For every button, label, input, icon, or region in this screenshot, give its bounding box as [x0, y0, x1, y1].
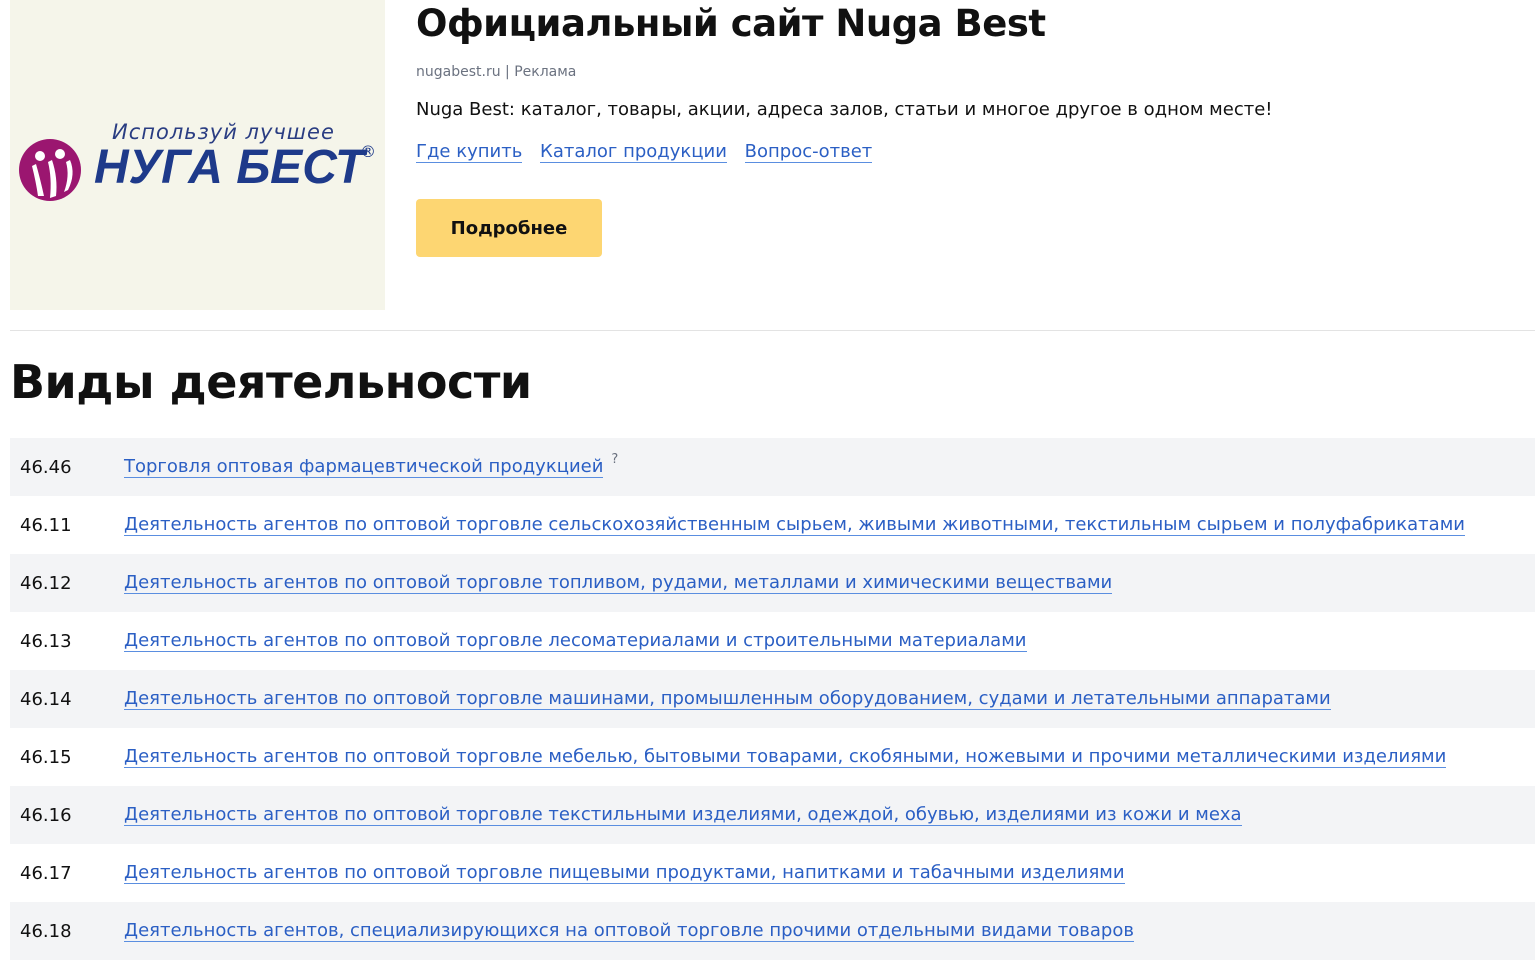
activities-list: 46.46 Торговля оптовая фармацевтической п… — [10, 438, 1535, 960]
list-item: 46.15 Деятельность агентов по оптовой тор… — [10, 728, 1535, 786]
activity-code: 46.17 — [20, 862, 72, 884]
list-item: 46.14 Деятельность агентов по оптовой тор… — [10, 670, 1535, 728]
more-button[interactable]: Подробнее — [416, 199, 602, 257]
activity-code: 46.13 — [20, 630, 72, 652]
activity-link[interactable]: Деятельность агентов по оптовой торговле… — [124, 746, 1447, 768]
activity-code: 46.15 — [20, 746, 72, 768]
activity-code: 46.16 — [20, 804, 72, 826]
ad-link-where-to-buy[interactable]: Где купить — [416, 141, 523, 163]
activity-code: 46.12 — [20, 572, 72, 594]
list-item: 46.12 Деятельность агентов по оптовой тор… — [10, 554, 1535, 612]
list-item: 46.46 Торговля оптовая фармацевтической п… — [10, 438, 1535, 496]
activity-link[interactable]: Деятельность агентов по оптовой торговле… — [124, 572, 1113, 594]
activity-link[interactable]: Деятельность агентов по оптовой торговле… — [124, 514, 1465, 536]
ad-link-faq[interactable]: Вопрос-ответ — [744, 141, 873, 163]
list-item: 46.11 Деятельность агентов по оптовой тор… — [10, 496, 1535, 554]
ad-block: Используй лучшее НУГА БЕСТ ® Официальный… — [10, 0, 1535, 331]
logo-brand: НУГА БЕСТ — [94, 141, 365, 194]
list-item: 46.16 Деятельность агентов по оптовой тор… — [10, 786, 1535, 844]
ad-link-catalog[interactable]: Каталог продукции — [540, 141, 727, 163]
activity-link[interactable]: Деятельность агентов по оптовой торговле… — [124, 688, 1331, 710]
ad-meta: nugabest.ru | Реклама — [416, 64, 577, 80]
list-item: 46.18 Деятельность агентов, специализирую… — [10, 902, 1535, 960]
logo-figures-icon — [19, 139, 81, 201]
list-item: 46.17 Деятельность агентов по оптовой тор… — [10, 844, 1535, 902]
activity-code: 46.14 — [20, 688, 72, 710]
activity-code: 46.11 — [20, 514, 72, 536]
activity-code: 46.18 — [20, 920, 72, 942]
section-title: Виды деятельности — [10, 355, 532, 409]
ad-links: Где купить Каталог продукции Вопрос-отве… — [416, 141, 884, 163]
activity-link[interactable]: Деятельность агентов по оптовой торговле… — [124, 862, 1125, 884]
activity-code: 46.46 — [20, 456, 72, 478]
activity-link[interactable]: Деятельность агентов по оптовой торговле… — [124, 630, 1027, 652]
help-icon[interactable]: ? — [611, 452, 618, 467]
registered-mark: ® — [360, 142, 376, 161]
activity-link[interactable]: Деятельность агентов, специализирующихся… — [124, 920, 1134, 942]
activity-link[interactable]: Торговля оптовая фармацевтической продук… — [124, 456, 604, 478]
ad-description: Nuga Best: каталог, товары, акции, адрес… — [416, 99, 1273, 120]
ad-title[interactable]: Официальный сайт Nuga Best — [416, 2, 1046, 45]
ad-logo[interactable]: Используй лучшее НУГА БЕСТ ® — [10, 0, 385, 310]
list-item: 46.13 Деятельность агентов по оптовой тор… — [10, 612, 1535, 670]
activity-link[interactable]: Деятельность агентов по оптовой торговле… — [124, 804, 1242, 826]
